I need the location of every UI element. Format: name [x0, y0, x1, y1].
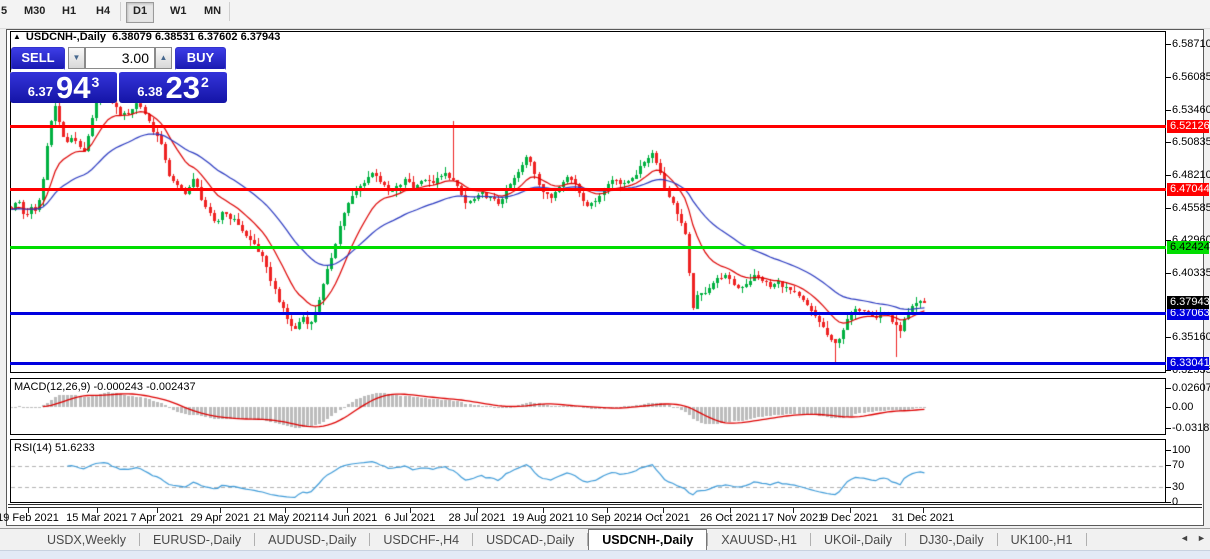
date-axis-label: 7 Apr 2021 [130, 512, 184, 524]
rsi-axis-label: 0 [1172, 496, 1179, 508]
volume-decrease-button[interactable]: ▼ [68, 47, 85, 69]
sell-button[interactable]: SELL [11, 47, 65, 71]
price-axis-label: 6.53460 [1172, 103, 1210, 116]
rsi-value: 51.6233 [54, 442, 95, 454]
sell-price-small: 6.37 [27, 84, 54, 99]
tab-eurusd-daily[interactable]: EURUSD-,Daily [140, 530, 254, 551]
price-axis-label: 6.48210 [1172, 168, 1210, 181]
rsi-axis-tick [1166, 502, 1171, 503]
panel-separator[interactable] [10, 434, 1166, 439]
buy-price-box[interactable]: 6.38 23 2 [119, 71, 227, 103]
sell-price-box[interactable]: 6.37 94 3 [10, 71, 117, 103]
level-line-6.52126[interactable] [10, 124, 1166, 128]
price-axis-label: 6.58710 [1172, 38, 1210, 51]
tab-usdx-weekly[interactable]: USDX,Weekly [34, 530, 139, 551]
date-axis-label: 17 Nov 2021 [761, 512, 825, 524]
price-axis-label: 6.40335 [1172, 267, 1210, 279]
level-price-badge: 6.47044 [1167, 183, 1210, 196]
level-line-6.47044[interactable] [10, 188, 1166, 191]
price-axis-tick [1166, 110, 1171, 111]
date-axis-label: 19 Feb 2021 [0, 512, 59, 524]
panel-separator[interactable] [10, 373, 1166, 378]
date-axis-label: 14 Jun 2021 [316, 512, 378, 524]
date-axis-label: 10 Sep 2021 [575, 512, 639, 524]
buy-button[interactable]: BUY [175, 47, 226, 71]
rsi-axis-label: 70 [1172, 459, 1185, 471]
tab-divider [1085, 533, 1087, 547]
level-price-badge: 6.52126 [1167, 119, 1210, 133]
macd-axis-tick [1166, 407, 1171, 408]
macd-axis-tick [1166, 388, 1171, 389]
price-axis-label: 6.50835 [1172, 136, 1210, 149]
date-axis-label: 29 Apr 2021 [190, 512, 250, 524]
symbol-title: USDCNH-,Daily [25, 31, 106, 43]
date-axis-label: 15 Mar 2021 [66, 512, 128, 524]
price-axis-tick [1166, 337, 1171, 338]
macd-values: -0.000243 -0.002437 [93, 381, 196, 393]
tab-uk100-h1[interactable]: UK100-,H1 [998, 530, 1086, 551]
tab-audusd-daily[interactable]: AUDUSD-,Daily [255, 530, 369, 551]
window-bottom-edge [8, 504, 1202, 508]
date-axis-label: 26 Oct 2021 [700, 512, 760, 524]
volume-increase-button[interactable]: ▲ [155, 47, 172, 69]
collapse-panel-icon[interactable]: ▲ [13, 32, 21, 41]
macd-axis-label: 0.00 [1172, 401, 1194, 413]
price-axis-tick [1166, 208, 1171, 209]
buy-price-small: 6.38 [137, 84, 163, 99]
date-axis-label: 21 May 2021 [253, 512, 317, 524]
price-axis-tick [1166, 175, 1171, 176]
price-axis-label: 6.35160 [1172, 331, 1210, 344]
rsi-axis-label: 100 [1172, 444, 1191, 456]
price-axis-tick [1166, 142, 1171, 143]
rsi-axis-tick [1166, 487, 1171, 488]
tabs-scroll-right-icon[interactable]: ► [1197, 533, 1206, 543]
sell-price-big: 94 [56, 70, 91, 105]
price-axis-label: 6.45585 [1172, 201, 1210, 214]
ohlc-values: 6.38079 6.38531 6.37602 6.37943 [112, 31, 281, 43]
level-line-6.37063[interactable] [10, 312, 1166, 316]
level-price-badge: 6.42424 [1167, 240, 1210, 254]
rsi-axis-tick [1166, 465, 1171, 466]
tab-usdchf-h4[interactable]: USDCHF-,H4 [370, 530, 472, 551]
price-axis-tick [1166, 77, 1171, 78]
chart-title: ▲ USDCNH-,Daily 6.38079 6.38531 6.37602 6… [13, 31, 280, 43]
rsi-axis-label: 30 [1172, 481, 1185, 493]
macd-label: MACD(12,26,9) -0.000243 -0.002437 [14, 381, 196, 393]
price-axis-label: 6.56085 [1172, 70, 1210, 83]
macd-axis-tick [1166, 428, 1171, 429]
level-line-6.33041[interactable] [10, 362, 1166, 366]
buy-price-sup: 2 [201, 74, 209, 90]
date-axis-label: 6 Jul 2021 [384, 512, 436, 524]
buy-price-big: 23 [165, 70, 200, 105]
tab-usdcnh-daily[interactable]: USDCNH-,Daily [588, 529, 708, 551]
tabs-strip: USDX,Weekly EURUSD-,Daily AUDUSD-,Daily USD… [34, 529, 1087, 551]
macd-axis-label: -0.031872 [1172, 422, 1210, 434]
tab-ukoil-daily[interactable]: UKOil-,Daily [811, 530, 905, 551]
tab-usdcad-daily[interactable]: USDCAD-,Daily [473, 530, 587, 551]
sell-price-sup: 3 [91, 74, 100, 90]
level-price-badge: 6.33041 [1167, 357, 1210, 371]
tabs-scroll-left-icon[interactable]: ◄ [1180, 533, 1189, 543]
current-price-badge: 6.37943 [1167, 296, 1210, 310]
price-axis-tick [1166, 273, 1171, 274]
rsi-axis-tick [1166, 450, 1171, 451]
tab-dj30-daily[interactable]: DJ30-,Daily [906, 530, 997, 551]
macd-axis-label: 0.02607 [1172, 382, 1210, 394]
symbol-tab-bar: ◄ ► USDX,Weekly EURUSD-,Daily AUDUSD-,Dail… [0, 528, 1210, 551]
date-axis-label: 9 Dec 2021 [821, 512, 879, 524]
volume-input[interactable]: 3.00 [85, 47, 155, 69]
date-axis-label: 19 Aug 2021 [512, 512, 574, 524]
date-axis-label: 28 Jul 2021 [448, 512, 506, 524]
date-axis-label: 4 Oct 2021 [636, 512, 690, 524]
date-axis-label: 31 Dec 2021 [891, 512, 955, 524]
price-axis-tick [1166, 44, 1171, 45]
rsi-label: RSI(14) 51.6233 [14, 442, 95, 454]
level-line-6.42424[interactable] [10, 245, 1166, 249]
tab-xauusd-h1[interactable]: XAUUSD-,H1 [708, 530, 810, 551]
